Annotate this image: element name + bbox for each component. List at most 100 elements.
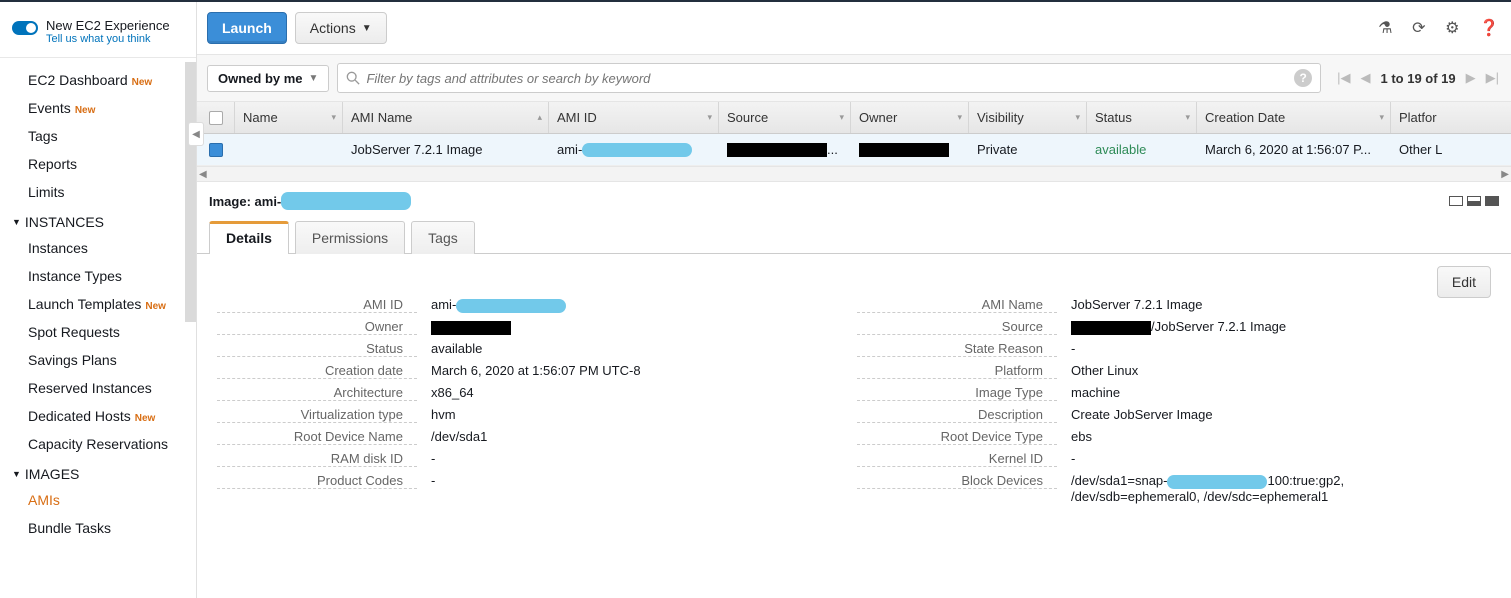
- th-ami-name[interactable]: AMI Name▴: [343, 102, 549, 133]
- th-creation[interactable]: Creation Date▾: [1197, 102, 1391, 133]
- sidebar-item-instances[interactable]: Instances: [0, 234, 196, 262]
- kv-key: Product Codes: [217, 473, 417, 489]
- toolbar: Launch Actions▼ ⚗ ⟳ ⚙ ❓: [197, 2, 1511, 54]
- cell-owner: [851, 142, 969, 158]
- kv-value: March 6, 2020 at 1:56:07 PM UTC-8: [417, 363, 777, 379]
- sidebar-item-reports[interactable]: Reports: [0, 150, 196, 178]
- new-experience-row: New EC2 Experience Tell us what you thin…: [0, 12, 196, 58]
- tab-tags[interactable]: Tags: [411, 221, 475, 254]
- sidebar-item-savings-plans[interactable]: Savings Plans: [0, 346, 196, 374]
- help-icon[interactable]: ❓: [1479, 20, 1499, 37]
- help-circle-icon[interactable]: ?: [1294, 69, 1312, 87]
- table-row[interactable]: JobServer 7.2.1 Image ami- ... Private a…: [197, 134, 1511, 166]
- section-instances[interactable]: INSTANCES: [0, 206, 196, 234]
- experience-sub[interactable]: Tell us what you think: [46, 33, 170, 45]
- kv-value: JobServer 7.2.1 Image: [1057, 297, 1491, 313]
- kv-key: RAM disk ID: [217, 451, 417, 467]
- sidebar-item-tags[interactable]: Tags: [0, 122, 196, 150]
- kv-key: AMI Name: [857, 297, 1057, 313]
- experience-toggle[interactable]: [12, 21, 38, 35]
- th-visibility[interactable]: Visibility▾: [969, 102, 1087, 133]
- sidebar-item-bundle-tasks[interactable]: Bundle Tasks: [0, 514, 196, 542]
- th-owner[interactable]: Owner▾: [851, 102, 969, 133]
- kv-key: Root Device Name: [217, 429, 417, 445]
- actions-label: Actions: [310, 20, 356, 36]
- search-box[interactable]: ?: [337, 63, 1321, 93]
- kv-row: State Reason-: [857, 338, 1491, 360]
- refresh-icon[interactable]: ⟳: [1412, 20, 1425, 37]
- toolbar-icons: ⚗ ⟳ ⚙ ❓: [1362, 18, 1499, 38]
- sidebar-scrollbar[interactable]: [185, 62, 196, 322]
- pager-last-button[interactable]: ▶|: [1486, 70, 1499, 86]
- cell-ami-name: JobServer 7.2.1 Image: [343, 142, 549, 157]
- kv-value: available: [417, 341, 777, 357]
- flask-icon[interactable]: ⚗: [1378, 20, 1392, 37]
- kv-value: -: [1057, 451, 1491, 467]
- kv-row: Owner: [217, 316, 777, 338]
- edit-button[interactable]: Edit: [1437, 266, 1491, 298]
- kv-key: Status: [217, 341, 417, 357]
- kv-row: Image Typemachine: [857, 382, 1491, 404]
- kv-value: /JobServer 7.2.1 Image: [1057, 319, 1491, 335]
- sidebar-item-spot-requests[interactable]: Spot Requests: [0, 318, 196, 346]
- owned-by-dropdown[interactable]: Owned by me▼: [207, 65, 329, 92]
- cell-creation: March 6, 2020 at 1:56:07 P...: [1197, 142, 1391, 157]
- tab-details[interactable]: Details: [209, 221, 289, 254]
- th-name[interactable]: Name▾: [235, 102, 343, 133]
- table-header: Name▾ AMI Name▴ AMI ID▾ Source▾ Owner▾ V…: [197, 102, 1511, 134]
- kv-row: DescriptionCreate JobServer Image: [857, 404, 1491, 426]
- th-source[interactable]: Source▾: [719, 102, 851, 133]
- kv-row: AMI IDami-: [217, 294, 777, 316]
- actions-button[interactable]: Actions▼: [295, 12, 387, 44]
- sidebar-item-instance-types[interactable]: Instance Types: [0, 262, 196, 290]
- sidebar-collapse-handle[interactable]: ◀: [188, 122, 204, 146]
- filter-bar: Owned by me▼ ? |◀ ◀ 1 to 19 of 19 ▶ ▶|: [197, 54, 1511, 102]
- new-badge: New: [132, 77, 153, 88]
- row-checkbox[interactable]: [209, 143, 223, 157]
- th-platform[interactable]: Platfor: [1391, 102, 1451, 133]
- gear-icon[interactable]: ⚙: [1445, 20, 1459, 37]
- pager-next-button[interactable]: ▶: [1466, 70, 1476, 86]
- pager-label: 1 to 19 of 19: [1380, 71, 1455, 86]
- sidebar-item-launch-templates[interactable]: Launch TemplatesNew: [0, 290, 196, 318]
- panel-layout-icons[interactable]: [1445, 194, 1499, 209]
- new-badge: New: [135, 413, 156, 424]
- th-status[interactable]: Status▾: [1087, 102, 1197, 133]
- detail-label: Image:: [209, 194, 251, 209]
- sidebar-item-ec2-dashboard[interactable]: EC2 DashboardNew: [0, 66, 196, 94]
- kv-value: ebs: [1057, 429, 1491, 445]
- caret-down-icon: ▼: [309, 73, 319, 84]
- kv-row: Kernel ID-: [857, 448, 1491, 470]
- sidebar-item-amis[interactable]: AMIs: [0, 486, 196, 514]
- kv-key: Owner: [217, 319, 417, 335]
- kv-row: Root Device Typeebs: [857, 426, 1491, 448]
- sidebar-item-dedicated-hosts[interactable]: Dedicated HostsNew: [0, 402, 196, 430]
- kv-key: AMI ID: [217, 297, 417, 313]
- kv-value: Other Linux: [1057, 363, 1491, 379]
- cell-visibility: Private: [969, 142, 1087, 157]
- sidebar-item-events[interactable]: EventsNew: [0, 94, 196, 122]
- cell-ami-id: ami-: [549, 142, 719, 158]
- kv-row: Statusavailable: [217, 338, 777, 360]
- pager-prev-button[interactable]: ◀: [1360, 70, 1370, 86]
- kv-key: Platform: [857, 363, 1057, 379]
- sidebar-item-limits[interactable]: Limits: [0, 178, 196, 206]
- launch-button[interactable]: Launch: [207, 12, 287, 44]
- kv-row: PlatformOther Linux: [857, 360, 1491, 382]
- kv-value: Create JobServer Image: [1057, 407, 1491, 423]
- kv-row: Virtualization typehvm: [217, 404, 777, 426]
- search-input[interactable]: [366, 71, 1294, 86]
- section-images[interactable]: IMAGES: [0, 458, 196, 486]
- sidebar-item-reserved-instances[interactable]: Reserved Instances: [0, 374, 196, 402]
- kv-key: State Reason: [857, 341, 1057, 357]
- sidebar-item-capacity-reservations[interactable]: Capacity Reservations: [0, 430, 196, 458]
- kv-value: ami-: [417, 297, 777, 313]
- kv-row: RAM disk ID-: [217, 448, 777, 470]
- main: Launch Actions▼ ⚗ ⟳ ⚙ ❓ Owned by me▼ ? |…: [197, 2, 1511, 598]
- pager-first-button[interactable]: |◀: [1337, 70, 1350, 86]
- new-badge: New: [145, 301, 166, 312]
- table-hscrollbar[interactable]: ◀▶: [197, 166, 1511, 182]
- kv-key: Root Device Type: [857, 429, 1057, 445]
- th-ami-id[interactable]: AMI ID▾: [549, 102, 719, 133]
- tab-permissions[interactable]: Permissions: [295, 221, 405, 254]
